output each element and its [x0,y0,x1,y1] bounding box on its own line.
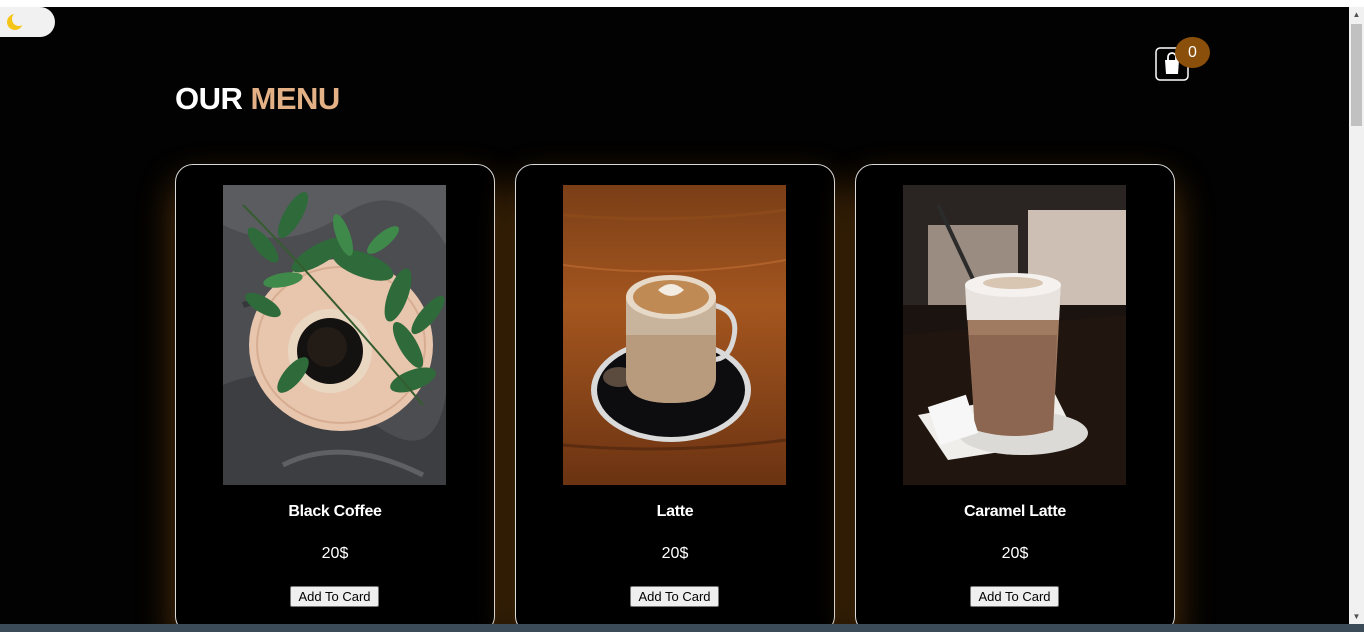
title-accent-word: MENU [250,81,341,116]
menu-card-caramel-latte: Caramel Latte 20$ Add To Card [855,164,1175,624]
scrollbar-thumb[interactable] [1351,24,1362,126]
scroll-up-arrow-icon[interactable]: ▲ [1349,7,1364,22]
item-name: Black Coffee [288,503,382,520]
item-name: Caramel Latte [964,503,1066,520]
title-word: OUR [175,81,243,116]
page-title: OUR MENU [175,81,340,117]
latte-photo [563,185,786,485]
moon-icon [7,12,25,30]
add-to-cart-button[interactable]: Add To Card [290,586,379,607]
browser-top-edge [0,0,1364,7]
item-price: 20$ [1001,545,1029,562]
page: 0 OUR MENU Black Coffee 20$ Add To Card … [0,7,1349,624]
scroll-down-arrow-icon[interactable]: ▼ [1349,609,1364,624]
add-to-cart-button[interactable]: Add To Card [970,586,1059,607]
vertical-scrollbar[interactable]: ▲ ▼ [1349,7,1364,624]
theme-toggle[interactable] [0,7,55,37]
menu-card-black-coffee: Black Coffee 20$ Add To Card [175,164,495,624]
menu-cards: Black Coffee 20$ Add To Card Latte 20$ A… [175,164,1175,624]
item-name: Latte [656,503,694,520]
os-taskbar [0,624,1364,632]
cart-count-badge: 0 [1175,37,1210,68]
add-to-cart-button[interactable]: Add To Card [630,586,719,607]
menu-card-latte: Latte 20$ Add To Card [515,164,835,624]
item-price: 20$ [321,545,349,562]
black-coffee-photo [223,185,446,485]
caramel-latte-photo [903,185,1126,485]
item-price: 20$ [661,545,689,562]
